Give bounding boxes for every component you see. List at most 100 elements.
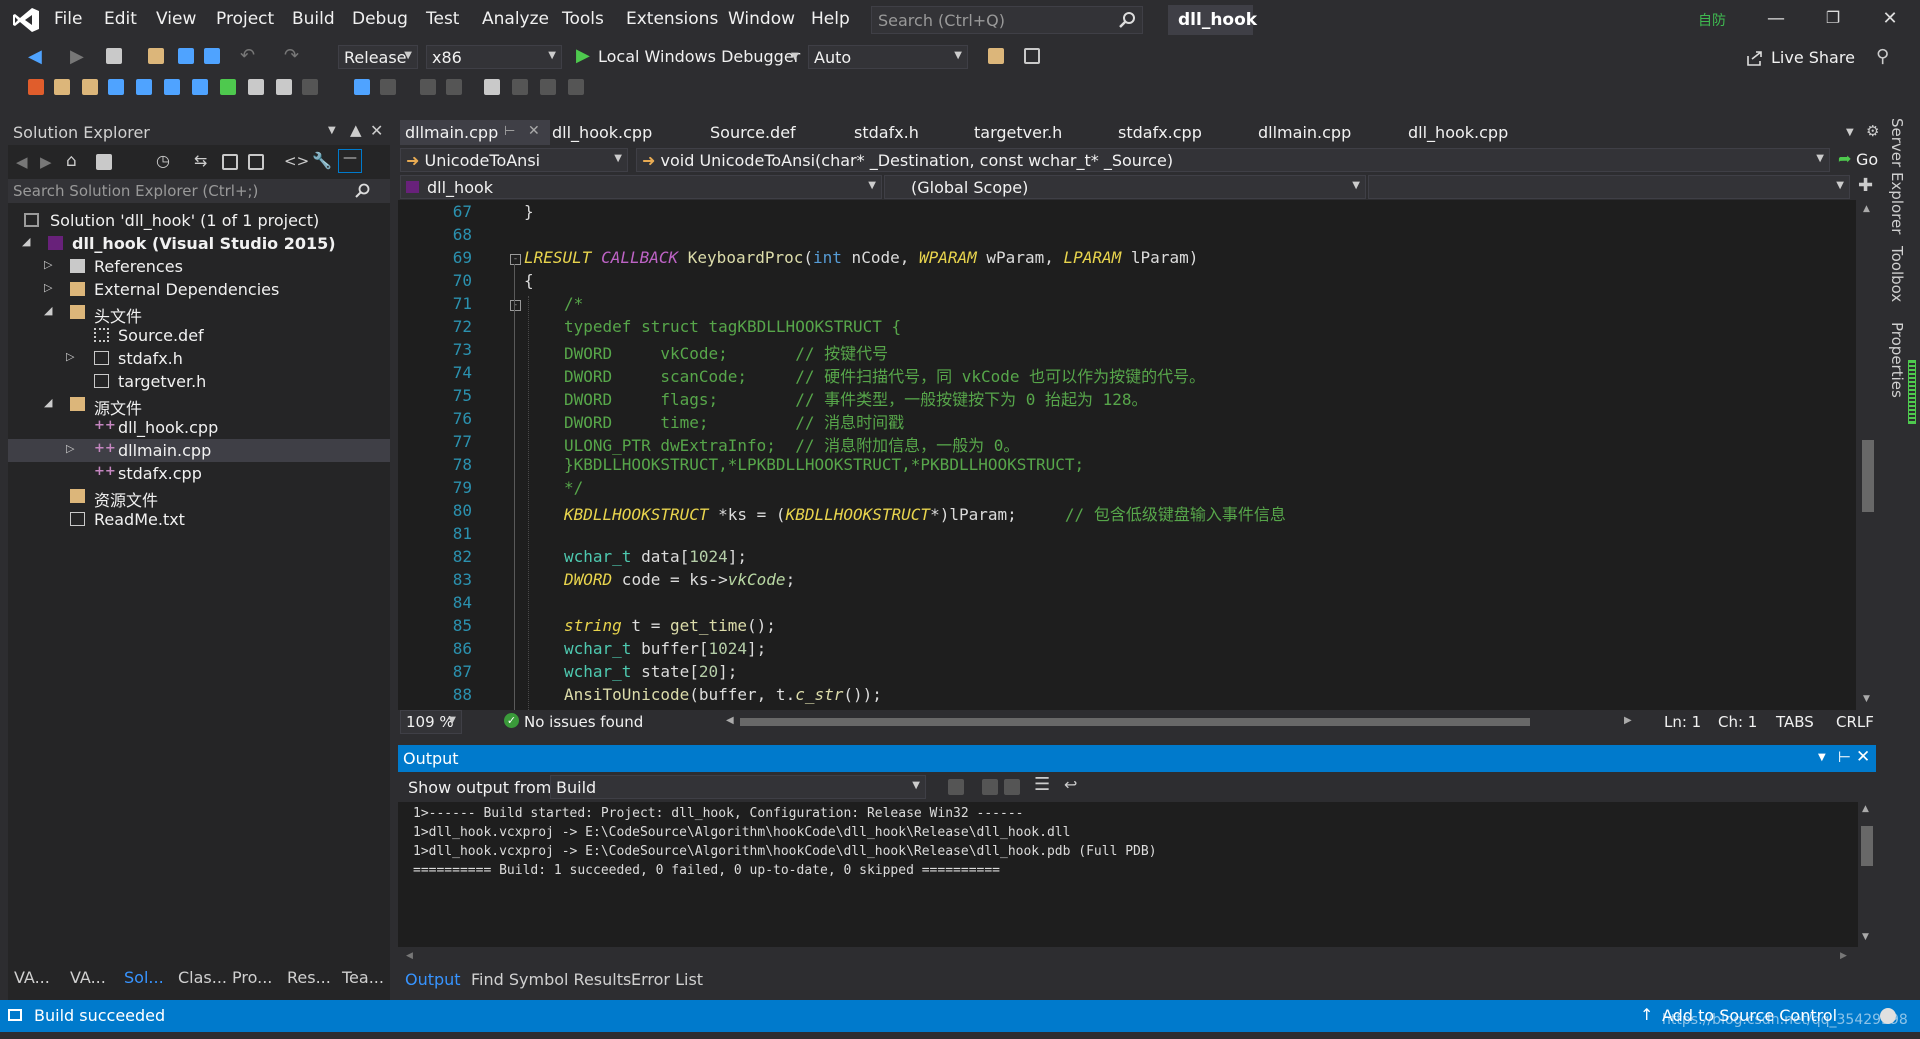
- tree-references[interactable]: ▷ References: [8, 255, 390, 278]
- tab-output[interactable]: Output: [405, 970, 461, 989]
- back-icon[interactable]: ◀: [28, 46, 42, 67]
- debugger-dropdown-icon[interactable]: ▼: [791, 51, 799, 62]
- code-editor[interactable]: 67 68 69 70 71 72 73 74 75 76 77 78 79 8…: [398, 200, 1858, 710]
- toolbar-icon-10[interactable]: [276, 79, 292, 95]
- notification-bell-icon[interactable]: [1880, 1008, 1896, 1024]
- scroll-up-icon[interactable]: ▲: [1863, 204, 1870, 214]
- tab-settings-gear-icon[interactable]: ⚙: [1866, 122, 1879, 140]
- screenshot-icon[interactable]: [1024, 48, 1040, 64]
- live-share-icon[interactable]: [1746, 49, 1764, 67]
- configuration-combo[interactable]: Release ▼: [338, 45, 418, 69]
- live-share-button[interactable]: Live Share: [1771, 48, 1855, 67]
- properties-wrench-icon[interactable]: 🔧: [312, 151, 332, 170]
- issues-status[interactable]: No issues found: [524, 713, 643, 731]
- toolbar-icon-18[interactable]: [540, 79, 556, 95]
- tree-solution[interactable]: Solution 'dll_hook' (1 of 1 project): [8, 209, 390, 232]
- close-panel-icon[interactable]: ✕: [370, 121, 383, 140]
- menu-debug[interactable]: Debug: [352, 9, 408, 29]
- open-file-icon[interactable]: [148, 48, 164, 64]
- tab-team-explorer[interactable]: Tea...: [342, 968, 384, 987]
- tree-readme[interactable]: ReadMe.txt: [8, 508, 390, 531]
- tree-source-files[interactable]: ◢ 源文件: [8, 393, 390, 418]
- tab-stdafx-h[interactable]: stdafx.h: [854, 123, 919, 148]
- menu-project[interactable]: Project: [216, 9, 274, 29]
- tree-targetver-h[interactable]: targetver.h: [8, 370, 390, 393]
- clear-all-icon[interactable]: ☰: [1034, 774, 1050, 795]
- sync-icon[interactable]: ⇆: [194, 151, 207, 170]
- expanded-arrow-icon[interactable]: ◢: [44, 396, 52, 409]
- project-combo[interactable]: dll_hook ▼: [400, 175, 882, 199]
- tree-project[interactable]: ◢ dll_hook (Visual Studio 2015): [8, 232, 390, 255]
- member-combo[interactable]: ▼: [1368, 175, 1850, 199]
- output-pin-icon[interactable]: ⊢: [1838, 748, 1851, 766]
- go-button[interactable]: Go: [1856, 150, 1878, 169]
- toolbar-icon-19[interactable]: [568, 79, 584, 95]
- tab-targetver-h[interactable]: targetver.h: [974, 123, 1062, 148]
- toolbar-icon-7[interactable]: [192, 79, 208, 95]
- toolbar-icon-13[interactable]: [380, 79, 396, 95]
- pin-icon[interactable]: ▲: [350, 121, 362, 139]
- tab-va-2[interactable]: VA...: [70, 968, 106, 987]
- hscroll-right-icon[interactable]: ▶: [1624, 715, 1632, 726]
- output-vertical-scrollbar[interactable]: ▲ ▼: [1858, 802, 1876, 947]
- new-project-icon[interactable]: [106, 48, 122, 64]
- menu-analyze[interactable]: Analyze: [482, 9, 549, 29]
- menu-window[interactable]: Window: [728, 9, 795, 29]
- tab-source-def[interactable]: Source.def: [710, 123, 796, 148]
- menu-file[interactable]: File: [54, 9, 82, 29]
- tab-va-1[interactable]: VA...: [14, 968, 50, 987]
- bookmark-icon[interactable]: [484, 79, 500, 95]
- menu-tools[interactable]: Tools: [562, 9, 604, 29]
- solution-search-input[interactable]: Search Solution Explorer (Ctrl+;): [8, 179, 390, 203]
- collapse-toggle-icon[interactable]: -: [510, 254, 521, 265]
- undo-icon[interactable]: ↶: [240, 45, 255, 66]
- hscroll-left-icon[interactable]: ◀: [726, 715, 734, 726]
- search-input[interactable]: Search (Ctrl+Q): [871, 6, 1143, 34]
- tree-source-def[interactable]: Source.def: [8, 324, 390, 347]
- scroll-down-icon[interactable]: ▼: [1862, 932, 1869, 942]
- se-forward-icon[interactable]: ▶: [40, 153, 52, 171]
- tab-solution-explorer[interactable]: Sol...: [124, 968, 164, 987]
- menu-view[interactable]: View: [156, 9, 196, 29]
- tab-properties[interactable]: Properties: [1888, 322, 1906, 398]
- panel-menu-icon[interactable]: ▼: [328, 125, 336, 136]
- scroll-thumb[interactable]: [1862, 440, 1874, 512]
- toolbar-icon-11[interactable]: [302, 79, 318, 95]
- tab-error-list[interactable]: Error List: [631, 970, 703, 989]
- va-function-combo[interactable]: ➜ UnicodeToAnsi ▼: [400, 148, 628, 172]
- view-code-icon[interactable]: <>: [284, 152, 309, 170]
- tree-dll-hook-cpp[interactable]: ++ dll_hook.cpp: [8, 416, 390, 439]
- tab-resource-view[interactable]: Res...: [287, 968, 331, 987]
- tab-dll-hook-cpp[interactable]: dll_hook.cpp: [552, 123, 652, 148]
- feedback-icon[interactable]: ⚲: [1876, 46, 1889, 67]
- collapse-all-icon[interactable]: [222, 154, 238, 170]
- switch-views-icon[interactable]: [96, 154, 112, 170]
- collapsed-arrow-icon[interactable]: ▷: [44, 258, 52, 271]
- scroll-up-icon[interactable]: ▲: [1862, 804, 1869, 814]
- output-close-icon[interactable]: ✕: [1856, 747, 1870, 767]
- scroll-down-icon[interactable]: ▼: [1863, 694, 1870, 704]
- split-window-icon[interactable]: ✚: [1858, 175, 1873, 196]
- tree-header-files[interactable]: ◢ 头文件: [8, 301, 390, 326]
- find-files-icon[interactable]: [988, 48, 1004, 64]
- tree-resource-files[interactable]: 资源文件: [8, 485, 390, 510]
- menu-build[interactable]: Build: [292, 9, 335, 29]
- menu-extensions[interactable]: Extensions: [626, 9, 718, 29]
- word-wrap-icon[interactable]: ↩: [1064, 775, 1077, 794]
- toolbar-icon-3[interactable]: [82, 79, 98, 95]
- se-back-icon[interactable]: ◀: [16, 153, 28, 171]
- debugger-label[interactable]: Local Windows Debugger: [598, 47, 800, 66]
- tab-close-icon[interactable]: ✕: [528, 123, 540, 139]
- forward-icon[interactable]: ▶: [70, 46, 84, 67]
- go-to-next-icon[interactable]: [982, 779, 998, 795]
- line-ending-indicator[interactable]: CRLF: [1836, 713, 1874, 731]
- tree-external-dependencies[interactable]: ▷ External Dependencies: [8, 278, 390, 301]
- go-arrow-icon[interactable]: ➦: [1838, 149, 1851, 168]
- collapsed-arrow-icon[interactable]: ▷: [44, 281, 52, 294]
- output-source-combo[interactable]: Build ▼: [550, 775, 926, 799]
- zoom-combo[interactable]: 109 % ▼: [400, 710, 462, 734]
- find-message-icon[interactable]: [1004, 779, 1020, 795]
- output-text-area[interactable]: 1>------ Build started: Project: dll_hoo…: [398, 802, 1876, 947]
- home-icon[interactable]: ⌂: [66, 151, 77, 171]
- toolbar-icon-6[interactable]: [164, 79, 180, 95]
